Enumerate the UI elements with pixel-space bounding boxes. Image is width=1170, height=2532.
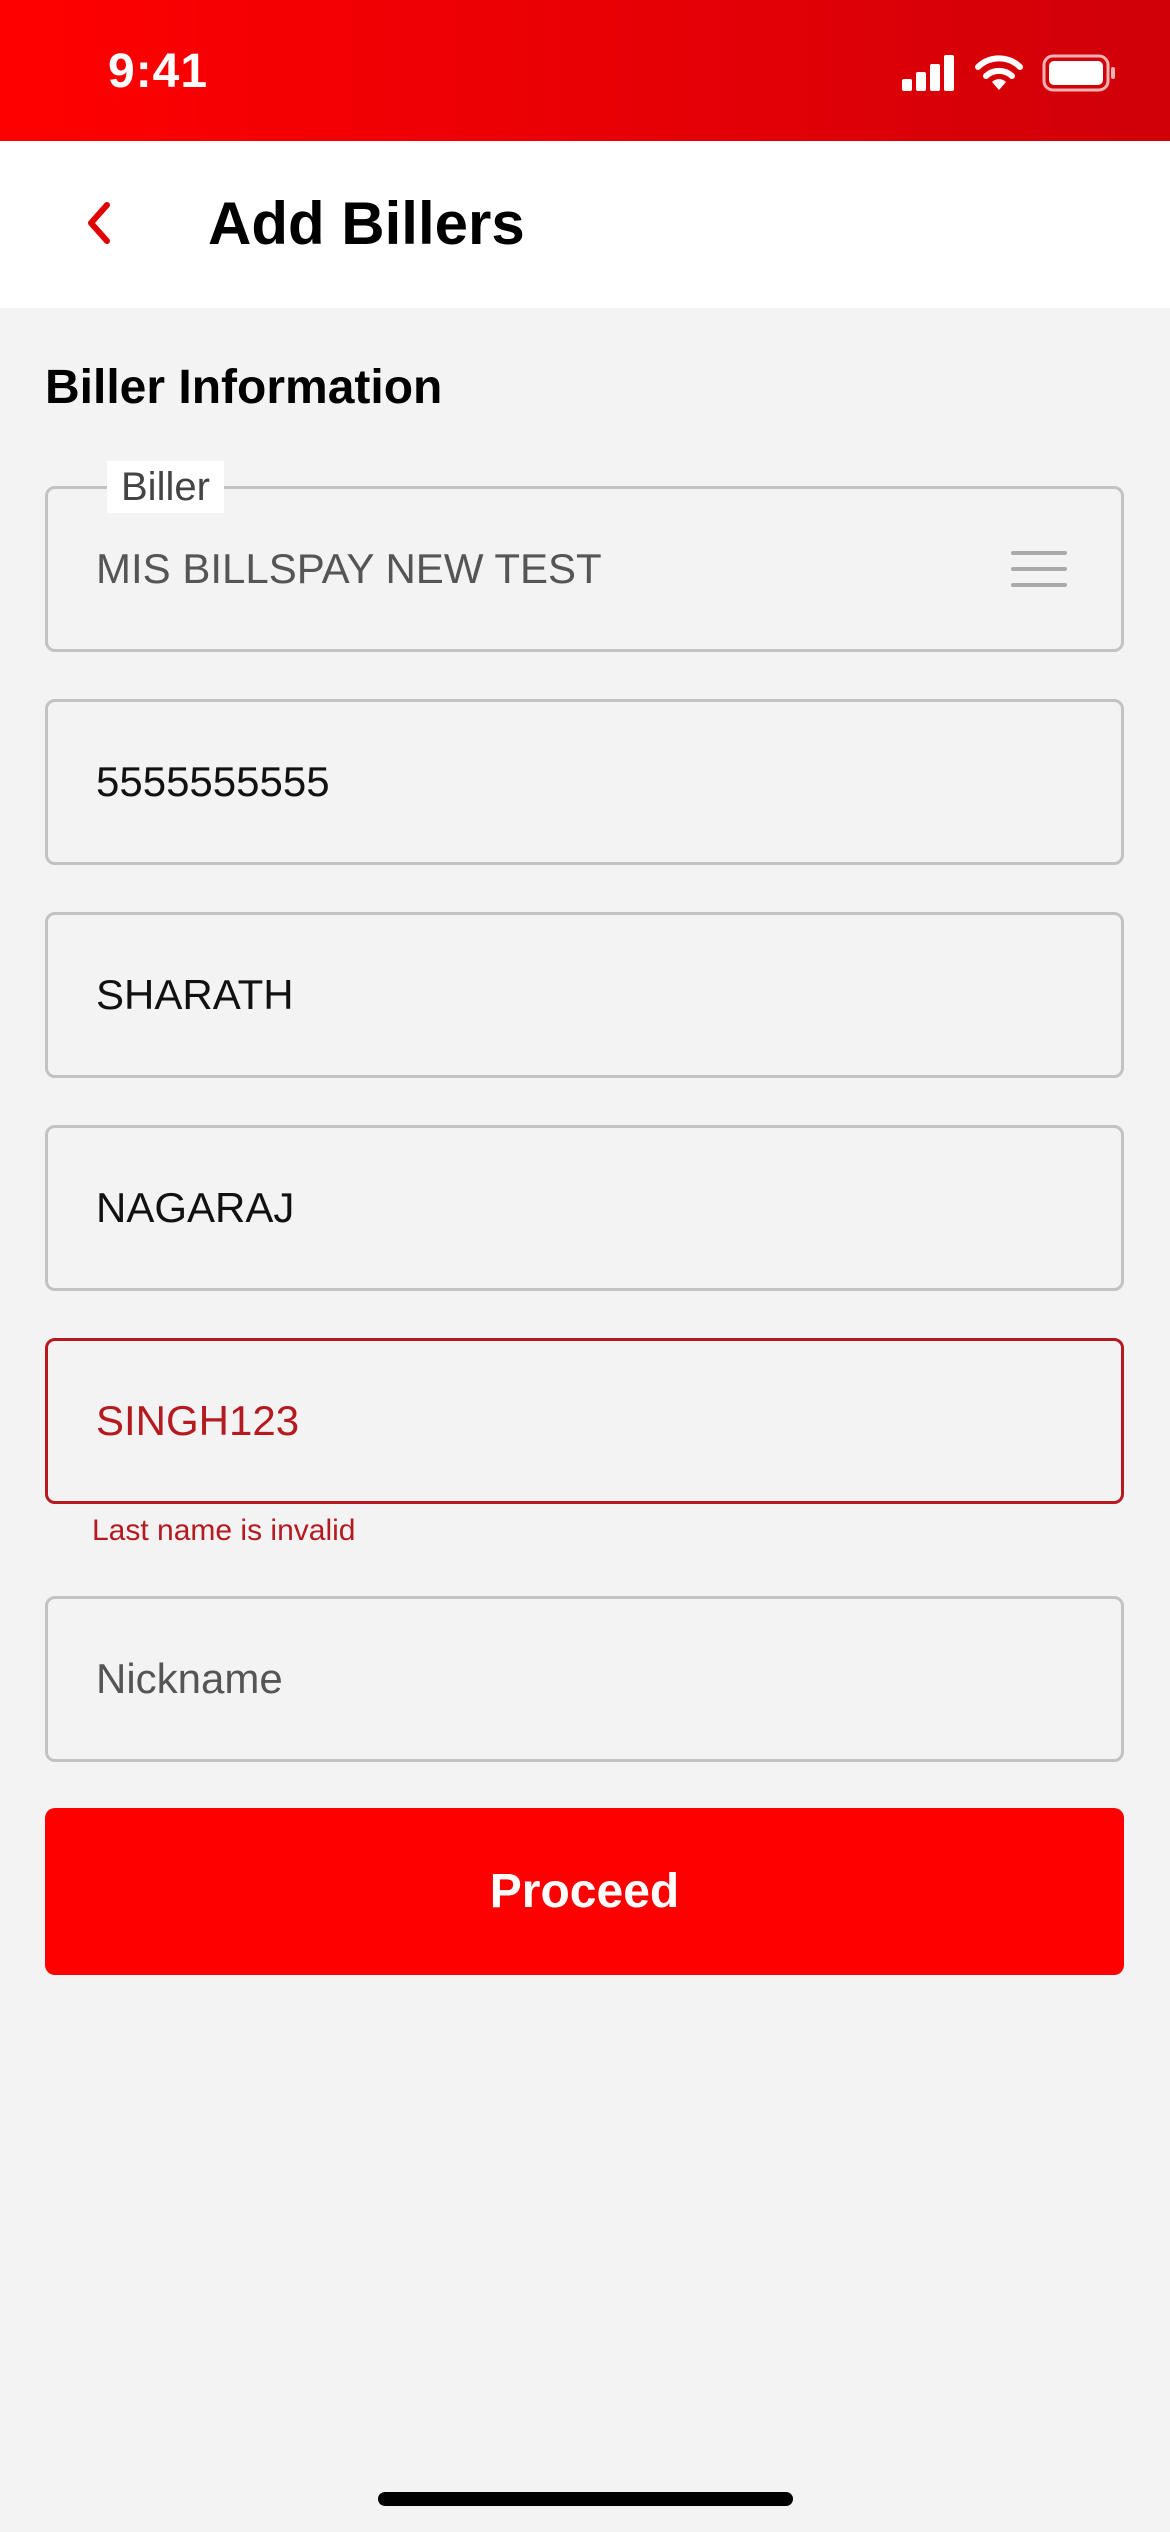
nickname-field[interactable]: Nickname: [45, 1596, 1124, 1762]
biller-label: Biller: [107, 461, 224, 513]
page-title: Add Billers: [208, 190, 525, 257]
last-name-error: Last name is invalid: [92, 1514, 356, 1547]
cellular-signal-icon: [902, 55, 956, 96]
status-icons: [902, 54, 1116, 97]
first-name-value: SHARATH: [96, 971, 294, 1018]
account-number-value: 5555555555: [96, 758, 330, 805]
proceed-button[interactable]: Proceed: [45, 1808, 1124, 1975]
wifi-icon: [974, 54, 1024, 97]
status-time: 9:41: [108, 45, 209, 98]
battery-icon: [1042, 54, 1116, 97]
status-bar: 9:41: [0, 0, 1170, 141]
nickname-placeholder: Nickname: [96, 1655, 283, 1702]
middle-name-field[interactable]: NAGARAJ: [45, 1125, 1124, 1291]
menu-icon[interactable]: [1011, 549, 1067, 589]
nav-header: Add Billers: [0, 141, 1170, 308]
biller-select[interactable]: Biller MIS BILLSPAY NEW TEST: [45, 461, 1124, 652]
biller-value: MIS BILLSPAY NEW TEST: [96, 545, 602, 592]
first-name-field[interactable]: SHARATH: [45, 912, 1124, 1078]
chevron-left-icon: [83, 201, 113, 250]
middle-name-value: NAGARAJ: [96, 1184, 295, 1231]
back-button[interactable]: [56, 183, 140, 267]
home-indicator: [378, 2492, 793, 2506]
last-name-field[interactable]: SINGH123: [45, 1338, 1124, 1504]
section-title: Biller Information: [45, 361, 443, 414]
last-name-value: SINGH123: [96, 1397, 300, 1444]
account-number-field[interactable]: 5555555555: [45, 699, 1124, 865]
